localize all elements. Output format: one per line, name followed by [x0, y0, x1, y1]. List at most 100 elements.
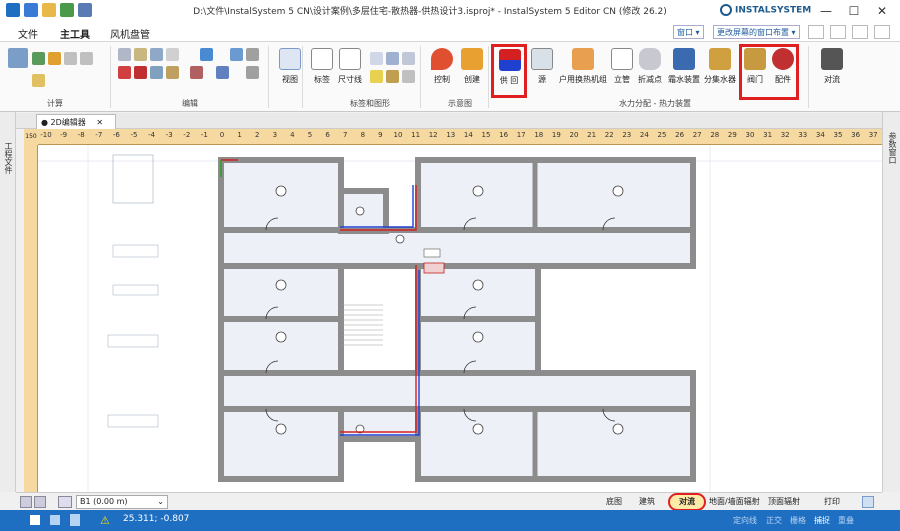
convection-button[interactable]: 对流 [812, 46, 852, 94]
image-icon[interactable] [386, 70, 399, 83]
divider [110, 46, 111, 108]
help-button[interactable] [808, 25, 824, 39]
tab-2d-editor[interactable]: ● 2D编辑器 ✕ [36, 114, 116, 129]
move-up-icon[interactable] [200, 48, 213, 61]
ruler-tick-label: -4 [148, 131, 156, 139]
snap-toggle[interactable]: 捕捉 [814, 515, 830, 526]
grid-icon[interactable] [246, 48, 259, 61]
fill-icon[interactable] [370, 70, 383, 83]
export-icon[interactable] [60, 3, 74, 17]
table-icon[interactable] [32, 52, 45, 65]
save-icon[interactable] [24, 3, 38, 17]
drawing-canvas[interactable] [38, 145, 882, 492]
fitting-button[interactable]: 配件 [768, 46, 798, 94]
menu-file[interactable]: 文件 [18, 26, 38, 41]
grid-toggle[interactable]: 栅格 [790, 515, 806, 526]
undo-icon[interactable] [78, 3, 92, 17]
building-toggle[interactable]: 建筑 [639, 496, 655, 507]
view-icon [279, 48, 301, 70]
settings-icon[interactable] [830, 25, 846, 39]
create-button[interactable]: 创建 [452, 46, 492, 94]
print-button[interactable]: 打印 [824, 496, 840, 507]
menu-fan-coil[interactable]: 风机盘管 [110, 26, 150, 41]
layer-icon[interactable] [402, 52, 415, 65]
layout-dropdown[interactable]: 更改屏幕的窗口布置 ▾ [713, 25, 800, 39]
base-drawing-toggle[interactable]: 底图 [606, 496, 622, 507]
mirror-icon[interactable] [150, 66, 163, 79]
minimize-button[interactable]: — [812, 2, 840, 20]
ruler-tick-label: -9 [60, 131, 68, 139]
zoom-icon[interactable] [862, 496, 874, 508]
ruler-tick-label: 26 [675, 131, 685, 139]
text-icon[interactable] [370, 52, 383, 65]
stair [341, 304, 383, 346]
offset-icon[interactable] [216, 66, 229, 79]
ortho-toggle[interactable]: 正交 [766, 515, 782, 526]
rotate-icon[interactable] [150, 48, 163, 61]
bracket-icon[interactable] [166, 48, 179, 61]
list-icon[interactable] [32, 74, 45, 87]
table2-icon[interactable] [402, 70, 415, 83]
parameter-panel-collapsed[interactable]: 参数窗口 [882, 112, 900, 492]
group-diagram-label: 示意图 [448, 99, 472, 108]
ruler-tick-label: 34 [815, 131, 825, 139]
line-style-icon[interactable] [386, 52, 399, 65]
polar-toggle[interactable]: 定向线 [733, 515, 757, 526]
align-icon[interactable] [230, 48, 243, 61]
source-button[interactable]: 源 [522, 46, 562, 94]
valve-button[interactable]: 阀门 [740, 46, 770, 94]
maximize-button[interactable]: ☐ [840, 2, 868, 20]
floor-wall-radiant-toggle[interactable]: 地面/墙面辐射 [709, 496, 760, 507]
manifold-button[interactable]: 分集水器 [700, 46, 740, 94]
dimension-button[interactable]: 尺寸线 [330, 46, 370, 94]
ruler-tick-label: 29 [727, 131, 737, 139]
notes-block [107, 154, 159, 428]
ceiling-radiant-toggle[interactable]: 顶面辐射 [768, 496, 800, 507]
collapse-ribbon-icon[interactable] [874, 25, 890, 39]
heat-exchanger-icon [572, 48, 594, 70]
floor-up-icon[interactable] [20, 496, 32, 508]
compensator-button[interactable]: 霜水装置 [664, 46, 704, 94]
theme-icon[interactable] [852, 25, 868, 39]
ruler-tick-label: -5 [130, 131, 138, 139]
reducer-icon [639, 48, 661, 70]
ruler-tick-label: 18 [534, 131, 544, 139]
calculate-icon[interactable] [8, 48, 28, 68]
overlap-toggle[interactable]: 重叠 [838, 515, 854, 526]
ruler-tick-label: 32 [780, 131, 790, 139]
ruler-corner: 150 [24, 129, 38, 145]
warning-icon[interactable]: ⚠ [100, 514, 110, 527]
array-icon[interactable] [246, 66, 259, 79]
location-pin-icon [431, 48, 453, 70]
close-button[interactable]: ✕ [868, 2, 896, 20]
keyboard-icon[interactable] [30, 515, 40, 525]
floor-down-icon[interactable] [34, 496, 46, 508]
close-tab-icon[interactable]: ✕ [96, 118, 103, 127]
ruler-tick-label: 8 [360, 131, 366, 139]
open-folder-icon[interactable] [42, 3, 56, 17]
stretch-icon[interactable] [166, 66, 179, 79]
ruler-tick-label: 7 [342, 131, 348, 139]
floor-select[interactable]: B1 (0.00 m) ⌄ [76, 495, 168, 509]
app-icon[interactable] [6, 3, 20, 17]
window-dropdown[interactable]: 窗口 ▾ [673, 25, 704, 39]
paste-icon[interactable] [134, 48, 147, 61]
copy-icon[interactable] [118, 48, 131, 61]
delete-icon[interactable] [134, 66, 147, 79]
vertical-ruler [24, 145, 38, 492]
layers-icon[interactable] [50, 515, 60, 525]
group-edit-label: 编辑 [182, 99, 198, 108]
drop-icon[interactable] [64, 52, 77, 65]
pen-icon[interactable] [70, 514, 80, 526]
dimension-icon [339, 48, 361, 70]
ruler-tick-label: 23 [622, 131, 632, 139]
brand-mark-icon [720, 4, 732, 16]
convection-toggle[interactable]: 对流 [668, 493, 706, 511]
trim-icon[interactable] [190, 66, 203, 79]
drop2-icon[interactable] [80, 52, 93, 65]
chart-icon[interactable] [48, 52, 61, 65]
project-panel-collapsed[interactable]: 工程文件 [0, 112, 16, 492]
cut-icon[interactable] [118, 66, 131, 79]
manifold-icon [709, 48, 731, 70]
ruler-tick-label: 9 [378, 131, 383, 139]
